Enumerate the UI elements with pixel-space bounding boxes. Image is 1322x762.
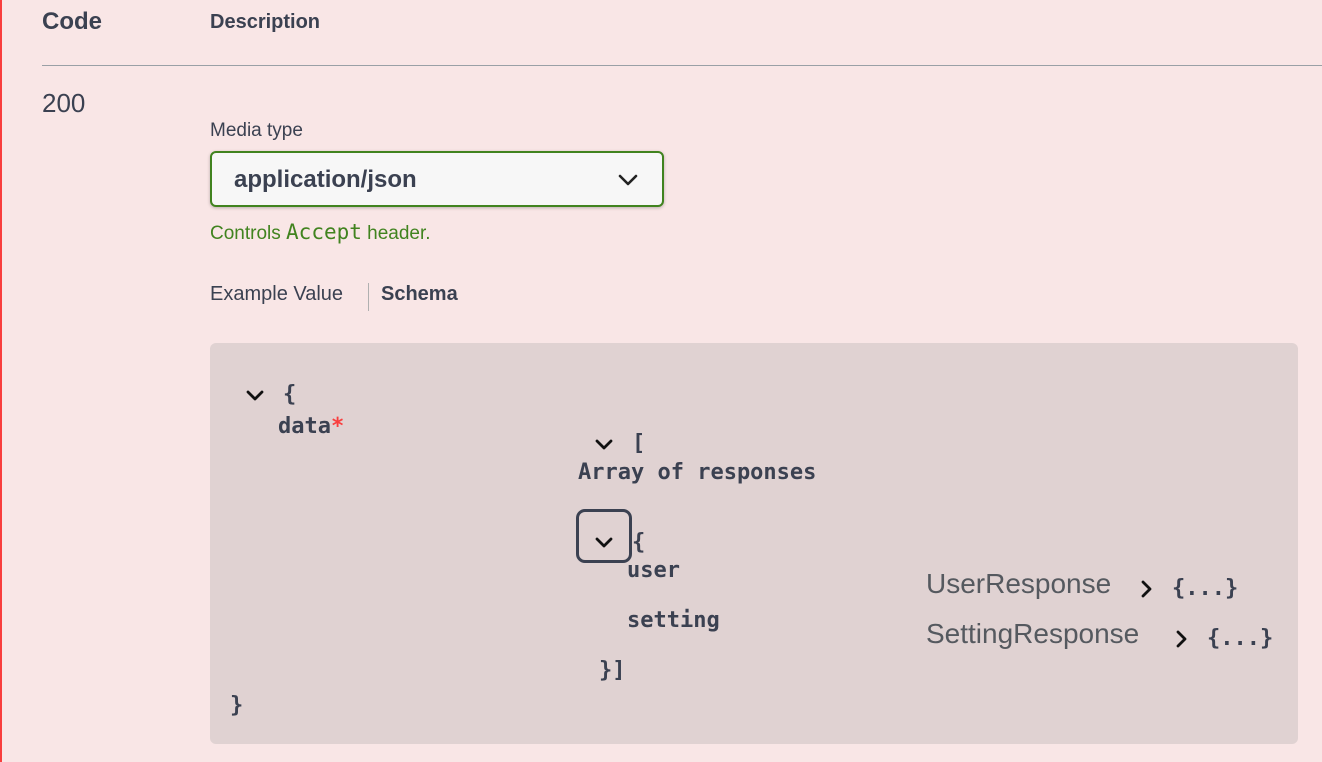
chevron-down-icon[interactable] xyxy=(594,536,614,550)
array-title: Array of responses xyxy=(578,460,817,485)
media-type-select[interactable]: application/json xyxy=(210,151,664,207)
media-type-label: Media type xyxy=(210,120,303,141)
schema-panel xyxy=(210,343,1298,744)
model-user-response[interactable]: UserResponse xyxy=(926,568,1111,600)
model-setting-response[interactable]: SettingResponse xyxy=(926,618,1139,650)
tab-divider xyxy=(368,283,369,311)
response-code: 200 xyxy=(42,88,86,118)
column-header-description: Description xyxy=(210,11,321,33)
setting-response-collapsed[interactable]: {...} xyxy=(1207,626,1273,651)
media-type-hint: Controls Accept header. xyxy=(210,220,431,245)
user-response-collapsed[interactable]: {...} xyxy=(1172,576,1238,601)
item-array-close: }] xyxy=(599,658,626,683)
chevron-down-icon xyxy=(618,174,638,186)
media-type-value: application/json xyxy=(234,166,417,193)
hint-prefix: Controls xyxy=(210,223,287,244)
hint-suffix: header. xyxy=(361,223,431,244)
required-star: * xyxy=(330,414,345,439)
property-user: user xyxy=(627,558,680,583)
chevron-down-icon[interactable] xyxy=(245,389,265,403)
chevron-right-icon[interactable] xyxy=(1140,579,1154,599)
item-open-brace: { xyxy=(632,530,646,555)
root-close-brace: } xyxy=(230,693,244,718)
chevron-down-icon[interactable] xyxy=(594,438,614,452)
tab-example-value[interactable]: Example Value xyxy=(210,283,343,306)
header-divider xyxy=(42,65,1322,66)
left-accent-border xyxy=(0,0,2,762)
property-setting: setting xyxy=(627,608,720,633)
hint-header-name: Accept xyxy=(286,220,362,244)
property-data: data* xyxy=(278,414,344,439)
column-header-code: Code xyxy=(42,8,102,35)
array-open-bracket: [ xyxy=(632,431,646,456)
root-open-brace: { xyxy=(283,382,297,407)
tab-schema[interactable]: Schema xyxy=(381,283,458,306)
chevron-right-icon[interactable] xyxy=(1175,629,1189,649)
property-data-key: data xyxy=(278,414,331,439)
